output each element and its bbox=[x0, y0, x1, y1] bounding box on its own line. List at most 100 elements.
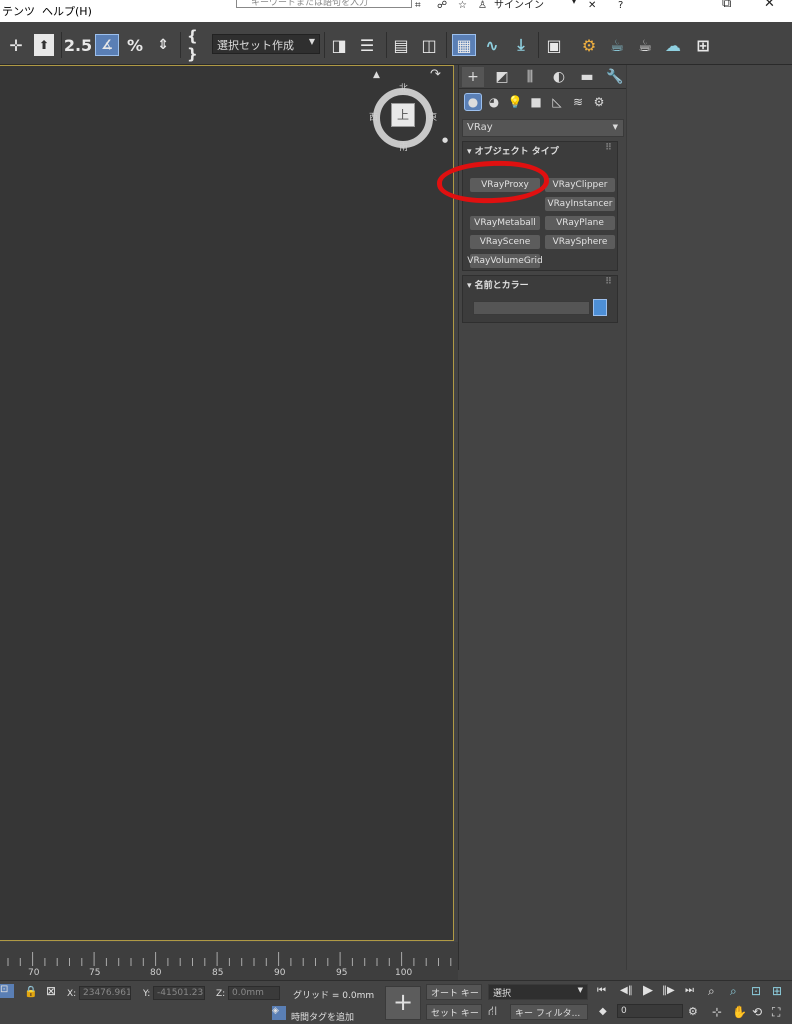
display-tab-icon[interactable]: ▬ bbox=[576, 67, 598, 87]
lights-icon[interactable]: 💡 bbox=[506, 93, 524, 111]
place-icon[interactable]: ⬆ bbox=[34, 34, 54, 56]
toggle-ribbon-icon[interactable]: ▦ bbox=[452, 34, 476, 56]
add-time-tag-label[interactable]: 時間タグを追加 bbox=[291, 1010, 354, 1023]
curve-editor-icon[interactable]: ∿ bbox=[481, 34, 503, 56]
utilities-tab-icon[interactable]: 🔧 bbox=[604, 67, 626, 87]
x-coord-field[interactable]: 23476.961 bbox=[79, 986, 131, 1000]
angle-snap-icon[interactable]: ∡ bbox=[95, 34, 119, 56]
previous-frame-icon[interactable]: ◀‖ bbox=[620, 985, 633, 996]
time-config-icon[interactable]: ⚙ bbox=[688, 1005, 698, 1018]
lock-icon[interactable]: 🔒 bbox=[24, 985, 38, 998]
spacewarps-icon[interactable]: ≋ bbox=[569, 93, 587, 111]
help-icon[interactable]: ? bbox=[618, 0, 623, 11]
orbit-icon[interactable]: ⟲ bbox=[752, 1005, 762, 1019]
zoom-all-icon[interactable]: ⌕ bbox=[730, 984, 737, 999]
snap-toggle-icon[interactable]: 2.5 bbox=[64, 34, 92, 56]
signin-label[interactable]: サインイン bbox=[494, 0, 544, 11]
shapes-icon[interactable]: ◕ bbox=[485, 93, 503, 111]
communication-icon[interactable]: ☍ bbox=[437, 0, 447, 11]
key-selection-dropdown[interactable]: 選択 ▼ bbox=[488, 984, 588, 1000]
object-name-field[interactable] bbox=[473, 301, 590, 315]
next-frame-icon[interactable]: ‖▶ bbox=[662, 985, 675, 996]
search-placeholder: キーワードまたは語句を入力 bbox=[251, 0, 369, 8]
field-of-view-icon[interactable]: ⊹ bbox=[712, 1005, 722, 1019]
menu-help[interactable]: ヘルプ(H) bbox=[42, 3, 92, 19]
schematic-view-icon[interactable]: ⤓ bbox=[510, 34, 532, 56]
play-icon[interactable]: ▶ bbox=[643, 983, 653, 998]
rollout-header[interactable]: ▾ オブジェクト タイプ ⠿ bbox=[463, 142, 617, 158]
timeline[interactable]: 70 75 80 85 90 95 100 bbox=[0, 942, 458, 980]
cameras-icon[interactable]: ■ bbox=[527, 93, 545, 111]
hierarchy-tab-icon[interactable]: ⫼ bbox=[519, 67, 541, 87]
current-frame-field[interactable]: 0 bbox=[617, 1004, 683, 1018]
restore-window-icon[interactable]: ⧉ bbox=[722, 0, 731, 11]
home-icon[interactable]: ▲ bbox=[373, 70, 380, 80]
go-to-end-icon[interactable]: ⏭ bbox=[685, 985, 694, 996]
rendered-frame-icon[interactable]: ☕ bbox=[606, 34, 628, 56]
vrayplane-button[interactable]: VRayPlane bbox=[545, 216, 615, 230]
named-selection-icon[interactable]: { } bbox=[187, 27, 207, 63]
modify-tab-icon[interactable]: ◩ bbox=[491, 67, 513, 87]
key-filter-icon[interactable]: ⛙ bbox=[488, 1004, 497, 1021]
vrayclipper-button[interactable]: VRayClipper bbox=[545, 178, 615, 192]
object-color-swatch[interactable] bbox=[593, 299, 607, 316]
set-key-button[interactable]: セット キー bbox=[426, 1004, 482, 1020]
maximize-viewport-icon[interactable]: ⛶ bbox=[772, 1005, 780, 1020]
rollout-header[interactable]: ▾ 名前とカラー ⠿ bbox=[463, 276, 617, 292]
set-key-mode-icon[interactable]: + bbox=[385, 986, 421, 1020]
exchange-icon[interactable]: ✕ bbox=[588, 0, 596, 11]
zoom-extents-icon[interactable]: ⊡ bbox=[751, 984, 761, 998]
selection-set-dropdown[interactable]: 選択セット作成 ▼ bbox=[212, 34, 320, 54]
viewcube[interactable]: 上 北 南 東 西 bbox=[369, 84, 437, 153]
move-icon[interactable]: ✛ bbox=[6, 34, 26, 56]
zoom-extents-all-icon[interactable]: ⊞ bbox=[772, 984, 782, 998]
rotate-view-icon[interactable]: ↷ bbox=[430, 67, 441, 82]
go-to-start-icon[interactable]: ⏮ bbox=[597, 985, 606, 996]
vrayinstancer-button[interactable]: VRayInstancer bbox=[545, 197, 615, 211]
z-coord-field[interactable]: 0.0mm bbox=[228, 986, 280, 1000]
systems-icon[interactable]: ⚙ bbox=[590, 93, 608, 111]
viewport-top[interactable] bbox=[0, 65, 454, 941]
menu-content[interactable]: テンツ bbox=[2, 3, 35, 19]
selection-lock-icon[interactable]: ⊡ bbox=[0, 984, 14, 998]
align-icon[interactable]: ☰ bbox=[356, 34, 378, 56]
scene-explorer-icon[interactable]: ▤ bbox=[390, 34, 412, 56]
create-tab-icon[interactable]: + bbox=[462, 67, 484, 87]
drag-handle-icon[interactable]: ⠿ bbox=[605, 143, 612, 153]
close-window-icon[interactable]: ✕ bbox=[764, 0, 775, 11]
percent-snap-icon[interactable]: % bbox=[125, 34, 145, 56]
infocenter-icon[interactable]: ⌗ bbox=[415, 0, 421, 11]
signin-dropdown-icon[interactable]: ▾ bbox=[572, 0, 576, 6]
key-filters-button[interactable]: キー フィルタ... bbox=[510, 1004, 588, 1020]
viewport-layout-icon[interactable]: ⊞ bbox=[692, 34, 714, 56]
key-mode-toggle-icon[interactable]: ◆ bbox=[599, 1006, 607, 1017]
absolute-mode-icon[interactable]: ⊠ bbox=[46, 984, 56, 998]
spinner-snap-icon[interactable]: ⇕ bbox=[153, 34, 173, 56]
viewcube-menu-icon[interactable]: ● bbox=[442, 136, 448, 144]
layer-explorer-icon[interactable]: ◫ bbox=[418, 34, 440, 56]
user-icon[interactable]: ♙ bbox=[478, 0, 487, 11]
material-editor-icon[interactable]: ▣ bbox=[543, 34, 565, 56]
pan-icon[interactable]: ✋ bbox=[732, 1005, 747, 1019]
motion-tab-icon[interactable]: ◐ bbox=[548, 67, 570, 87]
search-input[interactable]: キーワードまたは語句を入力 bbox=[236, 0, 412, 8]
category-dropdown[interactable]: VRay ▼ bbox=[462, 119, 624, 137]
vraysphere-button[interactable]: VRaySphere bbox=[545, 235, 615, 249]
vrayscene-button[interactable]: VRayScene bbox=[470, 235, 540, 249]
drag-handle-icon[interactable]: ⠿ bbox=[605, 277, 612, 287]
zoom-icon[interactable]: ⌕ bbox=[708, 984, 715, 999]
helpers-icon[interactable]: ◺ bbox=[548, 93, 566, 111]
mirror-icon[interactable]: ◨ bbox=[328, 34, 350, 56]
vraymetaball-button[interactable]: VRayMetaball bbox=[470, 216, 540, 230]
vrayvolumegrid-button[interactable]: VRayVolumeGrid bbox=[467, 254, 543, 268]
status-bar: ⊡ 🔒 ⊠ X: 23476.961 Y: -41501.23 Z: 0.0mm… bbox=[0, 980, 792, 1024]
geometry-icon[interactable]: ● bbox=[464, 93, 482, 111]
render-setup-icon[interactable]: ⚙ bbox=[578, 34, 600, 56]
render-cloud-icon[interactable]: ☁ bbox=[662, 34, 684, 56]
time-tag-icon[interactable]: ◈ bbox=[272, 1006, 286, 1020]
favorites-icon[interactable]: ☆ bbox=[458, 0, 467, 11]
y-coord-field[interactable]: -41501.23 bbox=[153, 986, 205, 1000]
viewcube-face-top[interactable]: 上 bbox=[391, 103, 415, 127]
auto-key-button[interactable]: オート キー bbox=[426, 984, 482, 1000]
render-production-icon[interactable]: ☕ bbox=[634, 34, 656, 56]
